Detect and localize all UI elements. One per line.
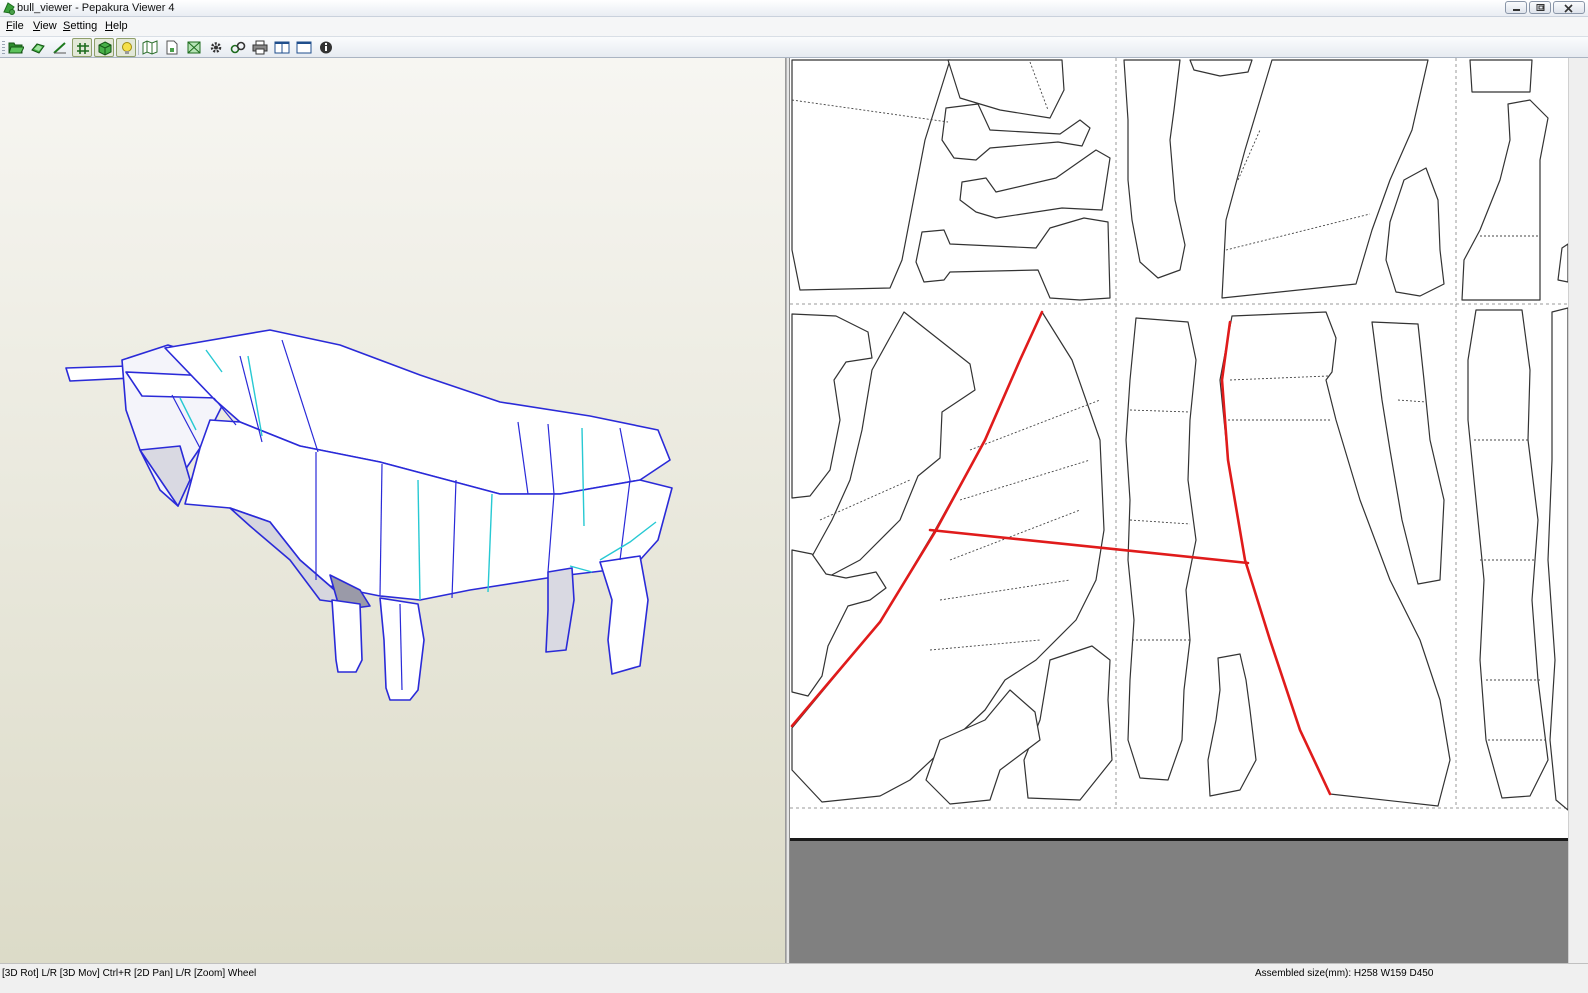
menu-view[interactable]: View [33, 20, 57, 32]
assembled-size-readout: Assembled size(mm): H258 W159 D450 [1255, 968, 1434, 979]
title-bar: bull_viewer - Pepakura Viewer 4 [0, 0, 1588, 17]
mouse-controls-hint: [3D Rot] L/R [3D Mov] Ctrl+R [2D Pan] L/… [2, 968, 257, 979]
edge-line-button[interactable] [50, 38, 70, 57]
show-texture-cube-icon [98, 41, 112, 56]
link-chain-icon [230, 41, 246, 54]
menu-setting-label: etting [70, 20, 98, 32]
light-bulb-icon [122, 42, 132, 54]
menu-help[interactable]: Help [105, 20, 128, 32]
show-texture-button[interactable] [94, 38, 114, 57]
menu-file-accel: F [6, 20, 13, 32]
gear-icon [210, 42, 222, 53]
pepakura-viewer-window: bull_viewer - Pepakura Viewer 4 File Vie… [0, 0, 1588, 993]
bull-3d-model[interactable] [0, 58, 786, 963]
2d-pattern-view[interactable] [790, 58, 1568, 963]
select-all-button[interactable] [184, 38, 204, 57]
print-button[interactable] [250, 38, 270, 57]
split-view-button[interactable] [272, 38, 292, 57]
flaps-button[interactable] [140, 38, 160, 57]
toolbar [0, 36, 1588, 58]
unfolded-pattern [790, 58, 1568, 811]
page-settings-icon [166, 40, 178, 55]
menu-file-label: ile [12, 20, 24, 32]
menu-bar: File View Setting Help [0, 17, 1588, 36]
link-button[interactable] [228, 38, 248, 57]
flaps-map-icon [142, 40, 158, 55]
3d-view-panel[interactable] [0, 58, 786, 963]
toolbar-grip[interactable] [2, 41, 5, 55]
select-all-icon [187, 41, 201, 54]
pepakura-app-icon [2, 1, 16, 15]
lighting-button[interactable] [116, 38, 136, 57]
edge-line-icon [53, 42, 66, 54]
single-view-button[interactable] [294, 38, 314, 57]
info-button[interactable] [316, 38, 336, 57]
settings-button[interactable] [206, 38, 226, 57]
menu-view-label: iew [40, 20, 57, 32]
open-folder-button[interactable] [6, 38, 26, 57]
status-bar: [3D Rot] L/R [3D Mov] Ctrl+R [2D Pan] L/… [0, 963, 1588, 993]
menu-help-label: elp [112, 20, 128, 32]
grid-toggle-button[interactable] [72, 38, 92, 57]
printer-icon [252, 40, 268, 55]
menu-file[interactable]: File [6, 20, 24, 32]
close-button[interactable] [1553, 1, 1585, 14]
toolbar-separator [138, 40, 139, 55]
unfold-parts-icon [31, 43, 45, 54]
single-view-icon [296, 41, 312, 54]
unfold-parts-button[interactable] [28, 38, 48, 57]
menu-help-accel: H [105, 20, 113, 32]
menu-setting[interactable]: Setting [63, 20, 97, 32]
minimize-button[interactable] [1505, 1, 1527, 14]
page-settings-button[interactable] [162, 38, 182, 57]
window-title: bull_viewer - Pepakura Viewer 4 [17, 2, 175, 14]
2d-view-scrollbar[interactable] [1568, 58, 1588, 963]
open-folder-icon [8, 42, 24, 54]
grid-hash-icon [77, 43, 89, 54]
maximize-button[interactable] [1529, 1, 1551, 14]
info-icon [320, 41, 332, 54]
split-view-icon [274, 41, 290, 54]
